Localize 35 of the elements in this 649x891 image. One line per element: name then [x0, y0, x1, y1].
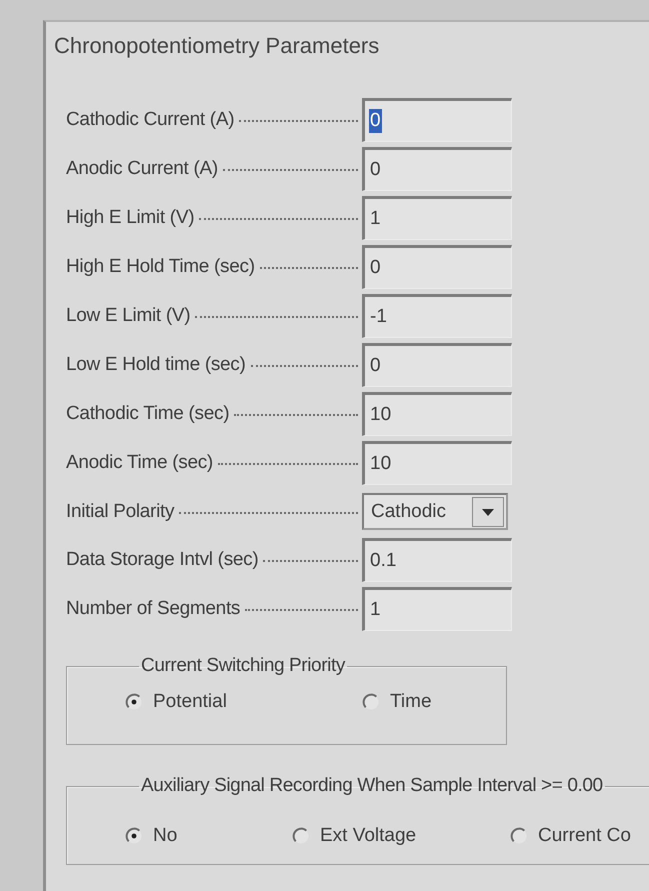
field-label: High E Limit (V): [66, 206, 194, 230]
radio-icon[interactable]: [125, 827, 143, 845]
text-field[interactable]: 1: [362, 587, 512, 631]
text-field[interactable]: 10: [362, 392, 512, 436]
text-field[interactable]: 0.1: [362, 538, 512, 582]
text-field[interactable]: 0: [362, 147, 512, 191]
radio-icon[interactable]: [510, 827, 528, 845]
field-label: Anodic Time (sec): [66, 451, 213, 475]
text-field[interactable]: 0: [362, 343, 512, 387]
radio-option[interactable]: Ext Voltage: [292, 825, 416, 847]
field-label: High E Hold Time (sec): [66, 255, 255, 279]
text-field[interactable]: 10: [362, 441, 512, 485]
field-label: Low E Limit (V): [66, 304, 190, 328]
field-label: Low E Hold time (sec): [66, 353, 246, 377]
radio-option[interactable]: Current Co: [510, 825, 631, 847]
radio-option[interactable]: Time: [362, 691, 432, 713]
radio-option[interactable]: Potential: [125, 691, 227, 713]
radio-icon[interactable]: [125, 693, 143, 711]
radio-icon[interactable]: [292, 827, 310, 845]
field-label: Initial Polarity: [66, 500, 174, 524]
field-label: Cathodic Current (A): [66, 108, 234, 132]
text-field[interactable]: 0: [362, 245, 512, 289]
polarity-dropdown[interactable]: Cathodic: [362, 493, 508, 530]
field-label: Anodic Current (A): [66, 157, 218, 181]
radio-option[interactable]: No: [125, 825, 178, 847]
group-title: Current Switching Priority: [140, 655, 346, 677]
group-title: Auxiliary Signal Recording When Sample Interval >= 0.00: [140, 775, 604, 797]
field-label: Data Storage Intvl (sec): [66, 548, 258, 572]
field-label: Number of Segments: [66, 597, 240, 621]
radio-icon[interactable]: [362, 693, 380, 711]
text-field[interactable]: -1: [362, 294, 512, 338]
text-field[interactable]: 0: [362, 98, 512, 142]
text-field[interactable]: 1: [362, 196, 512, 240]
field-label: Cathodic Time (sec): [66, 402, 230, 426]
panel-title: Chronopotentiometry Parameters: [54, 32, 380, 60]
